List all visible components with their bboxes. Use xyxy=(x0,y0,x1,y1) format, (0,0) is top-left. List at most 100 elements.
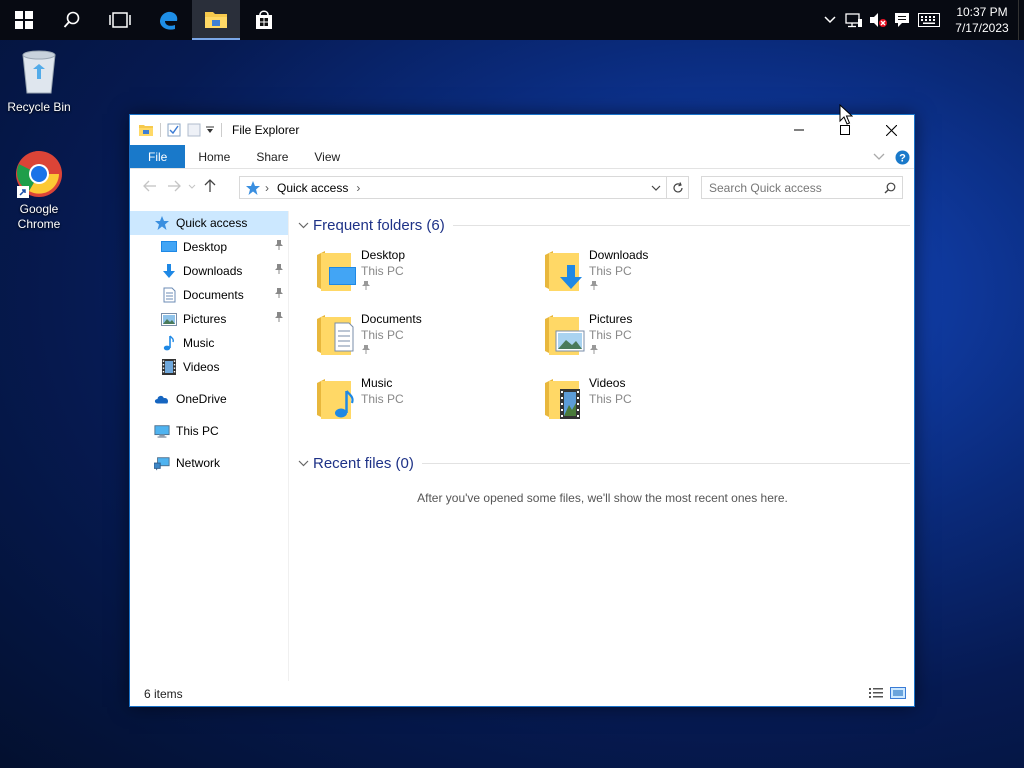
pin-icon[interactable] xyxy=(274,311,284,323)
tab-share[interactable]: Share xyxy=(243,145,301,168)
nav-item-desktop[interactable]: Desktop xyxy=(130,235,288,259)
tab-view[interactable]: View xyxy=(301,145,353,168)
volume-tray-button[interactable] xyxy=(866,0,890,40)
nav-item-quick-access[interactable]: Quick access xyxy=(130,211,288,235)
folder-name: Pictures xyxy=(589,312,633,326)
folder-icon xyxy=(139,125,153,136)
frequent-folders-grid: Desktop This PC Downloads This PC Docume… xyxy=(295,243,910,435)
navigation-pane: Quick access Desktop Downloads Documents xyxy=(130,211,288,681)
nav-item-label: Documents xyxy=(183,288,244,302)
close-icon xyxy=(885,124,897,136)
folder-tile-desktop[interactable]: Desktop This PC xyxy=(315,243,543,307)
up-button[interactable] xyxy=(198,174,222,198)
store-taskbar-button[interactable] xyxy=(240,0,288,40)
refresh-button[interactable] xyxy=(666,177,688,198)
status-bar: 6 items xyxy=(130,682,914,706)
forward-button[interactable] xyxy=(162,174,186,198)
customize-toolbar-icon[interactable] xyxy=(205,125,215,135)
nav-item-pictures[interactable]: Pictures xyxy=(130,307,288,331)
desktop-icon-recycle-bin[interactable]: Recycle Bin xyxy=(1,48,77,115)
tab-home[interactable]: Home xyxy=(185,145,243,168)
breadcrumb: › Quick access › xyxy=(240,180,646,196)
pin-icon[interactable] xyxy=(274,239,284,251)
refresh-icon xyxy=(672,181,683,192)
pane-divider[interactable] xyxy=(288,211,289,681)
nav-item-documents[interactable]: Documents xyxy=(130,283,288,307)
keyboard-tray-button[interactable] xyxy=(914,0,944,40)
group-title: Frequent folders (6) xyxy=(313,216,445,234)
pin-icon[interactable] xyxy=(274,287,284,299)
title-bar[interactable]: File Explorer xyxy=(130,115,914,145)
details-view-icon[interactable] xyxy=(868,686,884,700)
pictures-folder-icon xyxy=(543,311,587,359)
nav-item-downloads[interactable]: Downloads xyxy=(130,259,288,283)
show-hidden-icons-button[interactable] xyxy=(818,0,842,40)
collapse-group-icon[interactable] xyxy=(295,460,311,467)
show-desktop-button[interactable] xyxy=(1018,0,1024,40)
nav-item-this-pc[interactable]: This PC xyxy=(130,419,288,443)
nav-item-label: Videos xyxy=(183,360,220,374)
notification-icon xyxy=(895,13,909,27)
start-button[interactable] xyxy=(0,0,48,40)
folder-tile-pictures[interactable]: Pictures This PC xyxy=(543,307,771,371)
tab-file[interactable]: File xyxy=(130,145,186,168)
folder-location: This PC xyxy=(589,264,632,278)
desktop-icon-label: Google Chrome xyxy=(17,202,61,231)
network-tray-button[interactable] xyxy=(842,0,866,40)
desktop-icon-google-chrome[interactable]: Google Chrome xyxy=(1,150,77,232)
folder-tile-downloads[interactable]: Downloads This PC xyxy=(543,243,771,307)
help-icon[interactable]: ? xyxy=(895,150,910,165)
nav-item-videos[interactable]: Videos xyxy=(130,355,288,379)
nav-item-network[interactable]: Network xyxy=(130,451,288,475)
nav-item-music[interactable]: Music xyxy=(130,331,288,355)
recent-locations-button[interactable] xyxy=(186,174,198,198)
task-view-button[interactable] xyxy=(96,0,144,40)
nav-item-label: This PC xyxy=(176,424,219,438)
address-history-button[interactable] xyxy=(646,185,666,191)
minimize-icon xyxy=(794,129,804,131)
nav-item-onedrive[interactable]: OneDrive xyxy=(130,387,288,411)
music-icon xyxy=(161,335,177,351)
folder-location: This PC xyxy=(589,328,632,342)
search-button[interactable] xyxy=(48,0,96,40)
search-input[interactable] xyxy=(709,180,878,195)
folder-name: Desktop xyxy=(361,248,406,262)
folder-tile-documents[interactable]: Documents This PC xyxy=(315,307,543,371)
back-button[interactable] xyxy=(138,174,162,198)
nav-item-label: Desktop xyxy=(183,240,228,254)
group-title: Recent files (0) xyxy=(313,454,414,472)
documents-folder-icon xyxy=(315,311,359,359)
window-title: File Explorer xyxy=(232,123,300,137)
svg-text:?: ? xyxy=(899,152,906,164)
minimize-button[interactable] xyxy=(776,115,822,145)
folder-location: This PC xyxy=(361,328,404,342)
search-button[interactable] xyxy=(878,182,902,194)
keyboard-icon xyxy=(918,13,940,27)
nav-item-label: Music xyxy=(183,336,215,350)
network-icon xyxy=(154,455,170,471)
breadcrumb-separator-icon[interactable]: › xyxy=(261,181,273,195)
chevron-down-icon xyxy=(188,184,196,189)
collapse-group-icon[interactable] xyxy=(295,222,311,229)
file-explorer-taskbar-button[interactable] xyxy=(192,0,240,40)
folder-tile-videos[interactable]: Videos This PC xyxy=(543,371,771,435)
action-center-button[interactable] xyxy=(890,0,914,40)
breadcrumb-separator-icon[interactable]: › xyxy=(352,181,364,195)
properties-icon[interactable] xyxy=(167,123,181,137)
recycle-bin-icon xyxy=(15,48,63,96)
clock-date: 7/17/2023 xyxy=(955,21,1009,35)
desktop-icon-label: Recycle Bin xyxy=(7,100,71,114)
clock[interactable]: 10:37 PM 7/17/2023 xyxy=(950,4,1014,36)
recent-files-header[interactable]: Recent files (0) xyxy=(295,449,910,477)
forward-arrow-icon xyxy=(168,180,181,192)
pin-icon[interactable] xyxy=(274,263,284,275)
edge-taskbar-button[interactable] xyxy=(144,0,192,40)
new-folder-icon[interactable] xyxy=(187,123,201,137)
breadcrumb-quick-access[interactable]: Quick access xyxy=(273,181,352,195)
address-bar[interactable]: › Quick access › xyxy=(239,176,689,199)
close-button[interactable] xyxy=(868,115,914,145)
large-icons-view-icon[interactable] xyxy=(890,686,906,700)
folder-tile-music[interactable]: Music This PC xyxy=(315,371,543,435)
frequent-folders-header[interactable]: Frequent folders (6) xyxy=(295,211,910,239)
expand-ribbon-icon[interactable] xyxy=(873,153,885,161)
